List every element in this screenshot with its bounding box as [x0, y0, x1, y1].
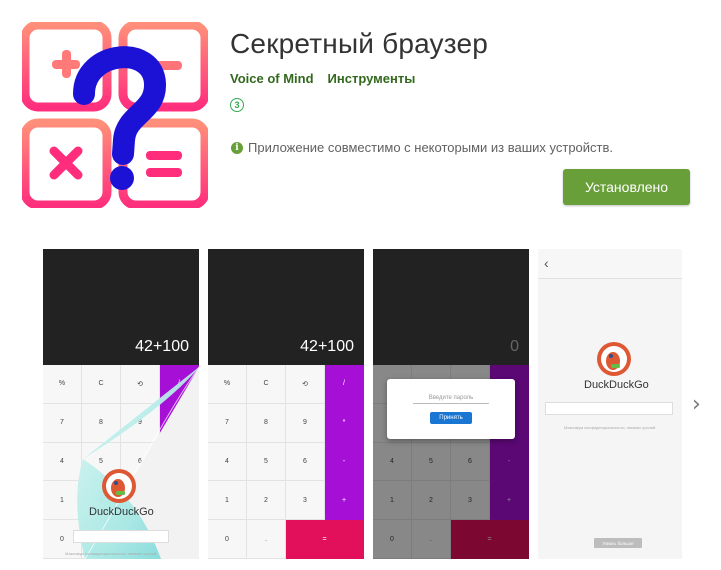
calc-display: 0	[373, 249, 529, 365]
app-title: Секретный браузер	[230, 28, 489, 59]
ddg-note: Максимум конфиденциальности, никаких уси…	[564, 425, 657, 430]
category-link[interactable]: Инструменты	[328, 71, 416, 86]
screenshot-4[interactable]: ‹ DuckDuckGo Максимум конфиденциальности…	[538, 249, 682, 559]
app-icon	[22, 22, 208, 208]
calc-key: 3	[286, 481, 325, 521]
compatibility-notice: i Приложение совместимо с некоторыми из …	[231, 140, 613, 155]
calc-key: *	[325, 403, 364, 443]
duckduckgo-logo	[102, 469, 136, 503]
duckduckgo-logo	[597, 342, 631, 376]
calc-key: 6	[286, 442, 325, 482]
ddg-search-field	[545, 402, 673, 415]
calc-key: -	[325, 442, 364, 482]
calc-key: 4	[208, 442, 247, 482]
screenshot-2[interactable]: 42+100 % C ⟲ / 7 8 9 * 4 5 6 - 1 2 3 + 0…	[208, 249, 364, 559]
calc-display-text: 42+100	[300, 338, 354, 355]
calc-key: =	[286, 520, 364, 559]
calc-key: 0	[208, 520, 247, 559]
calc-key: 9	[286, 403, 325, 443]
calc-key: %	[208, 365, 247, 404]
screenshot-1[interactable]: 42+100 % C ⟲ / 7 8 9 * 4 5 6 - 1 2 3 + 0…	[43, 249, 199, 559]
info-icon: i	[231, 141, 243, 154]
calc-display: 42+100	[208, 249, 364, 365]
browser-toolbar: ‹	[538, 249, 682, 279]
ddg-note: Максимум конфиденциальности, никаких уси…	[65, 551, 158, 556]
calc-key: 2	[247, 481, 286, 521]
developer-link[interactable]: Voice of Mind	[230, 71, 314, 86]
calc-key: 8	[247, 403, 286, 443]
undo-icon: ⟲	[286, 365, 325, 404]
app-meta: Voice of Mind Инструменты	[230, 71, 415, 86]
calc-key: 7	[208, 403, 247, 443]
calc-key: .	[247, 520, 286, 559]
screenshot-3[interactable]: 0 % C ⟲ / 7 8 9 * 4 5 6 - 1 2 3 + 0 . = …	[373, 249, 529, 559]
compatibility-text: Приложение совместимо с некоторыми из ва…	[248, 140, 614, 155]
password-field: Введите пароль	[413, 395, 489, 404]
learn-more-button: Узнать больше	[594, 538, 642, 548]
calc-key: C	[247, 365, 286, 404]
calc-key: /	[325, 365, 364, 404]
calc-keypad: % C ⟲ / 7 8 9 * 4 5 6 - 1 2 3 + 0 . =	[208, 365, 364, 559]
calc-key: 5	[247, 442, 286, 482]
calc-display-text: 0	[510, 338, 519, 355]
chevron-right-icon[interactable]: ›	[692, 392, 701, 417]
content-rating-badge: 3	[230, 98, 244, 112]
password-dialog: Введите пароль Принять	[387, 379, 515, 439]
ddg-brand-text: DuckDuckGo	[89, 506, 154, 518]
calc-key: +	[325, 481, 364, 521]
ddg-brand-text: DuckDuckGo	[584, 379, 649, 391]
ddg-search-field	[73, 530, 169, 543]
calc-key: 1	[208, 481, 247, 521]
accept-button: Принять	[430, 412, 472, 424]
install-button[interactable]: Установлено	[563, 169, 690, 205]
back-arrow-icon: ‹	[544, 255, 549, 271]
